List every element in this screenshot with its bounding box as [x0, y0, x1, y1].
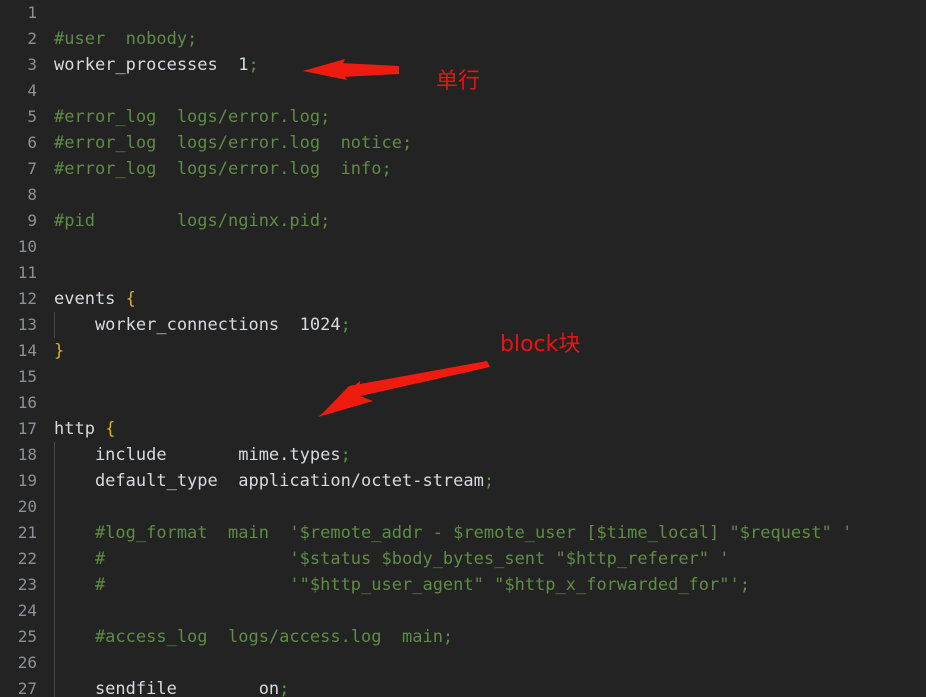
code-line[interactable]: #access_log logs/access.log main;	[44, 624, 926, 650]
code-content[interactable]: #user nobody; worker_processes 1; #error…	[44, 0, 926, 697]
code-line[interactable]: default_type application/octet-stream;	[44, 468, 926, 494]
line-number: 26	[17, 653, 37, 672]
code-line[interactable]: #log_format main '$remote_addr - $remote…	[44, 520, 926, 546]
line-number: 21	[17, 523, 37, 542]
line-number: 20	[17, 497, 37, 516]
line-number: 5	[27, 107, 37, 126]
line-number: 1	[27, 3, 37, 22]
line-number: 9	[27, 211, 37, 230]
line-number: 17	[17, 419, 37, 438]
line-number: 12	[17, 289, 37, 308]
code-line[interactable]: #error_log logs/error.log info;	[44, 156, 926, 182]
line-number: 2	[27, 29, 37, 48]
line-number: 15	[17, 367, 37, 386]
code-line[interactable]	[44, 650, 926, 676]
line-number: 3	[27, 55, 37, 74]
line-number: 11	[17, 263, 37, 282]
code-line[interactable]: sendfile on;	[44, 676, 926, 697]
line-number: 18	[17, 445, 37, 464]
line-number: 23	[17, 575, 37, 594]
code-line[interactable]	[44, 598, 926, 624]
code-line[interactable]: include mime.types;	[44, 442, 926, 468]
code-line[interactable]: #error_log logs/error.log;	[44, 104, 926, 130]
code-editor[interactable]: 1 2 3 4 5 6 7 8 9 10 11 12 13 14 15 16 1…	[0, 0, 926, 697]
code-line[interactable]	[44, 364, 926, 390]
code-line[interactable]	[44, 260, 926, 286]
line-number: 27	[17, 679, 37, 697]
line-number: 13	[17, 315, 37, 334]
code-line[interactable]: # '"$http_user_agent" "$http_x_forwarded…	[44, 572, 926, 598]
code-line[interactable]	[44, 234, 926, 260]
line-number: 10	[17, 237, 37, 256]
code-line[interactable]	[44, 78, 926, 104]
line-number: 24	[17, 601, 37, 620]
line-number: 16	[17, 393, 37, 412]
line-number: 4	[27, 81, 37, 100]
line-number: 14	[17, 341, 37, 360]
code-line[interactable]	[44, 390, 926, 416]
line-number: 6	[27, 133, 37, 152]
code-line[interactable]	[44, 494, 926, 520]
code-line[interactable]: events {	[44, 286, 926, 312]
line-number: 19	[17, 471, 37, 490]
line-number: 25	[17, 627, 37, 646]
code-line[interactable]	[44, 182, 926, 208]
line-number: 22	[17, 549, 37, 568]
line-number: 8	[27, 185, 37, 204]
line-number: 7	[27, 159, 37, 178]
code-line[interactable]: worker_processes 1;	[44, 52, 926, 78]
code-line[interactable]	[44, 0, 926, 26]
code-line[interactable]: http {	[44, 416, 926, 442]
code-line[interactable]: # '$status $body_bytes_sent "$http_refer…	[44, 546, 926, 572]
code-line[interactable]: worker_connections 1024;	[44, 312, 926, 338]
code-line[interactable]: }	[44, 338, 926, 364]
line-number-gutter: 1 2 3 4 5 6 7 8 9 10 11 12 13 14 15 16 1…	[0, 0, 44, 697]
code-line[interactable]: #pid logs/nginx.pid;	[44, 208, 926, 234]
code-line[interactable]: #user nobody;	[44, 26, 926, 52]
code-line[interactable]: #error_log logs/error.log notice;	[44, 130, 926, 156]
